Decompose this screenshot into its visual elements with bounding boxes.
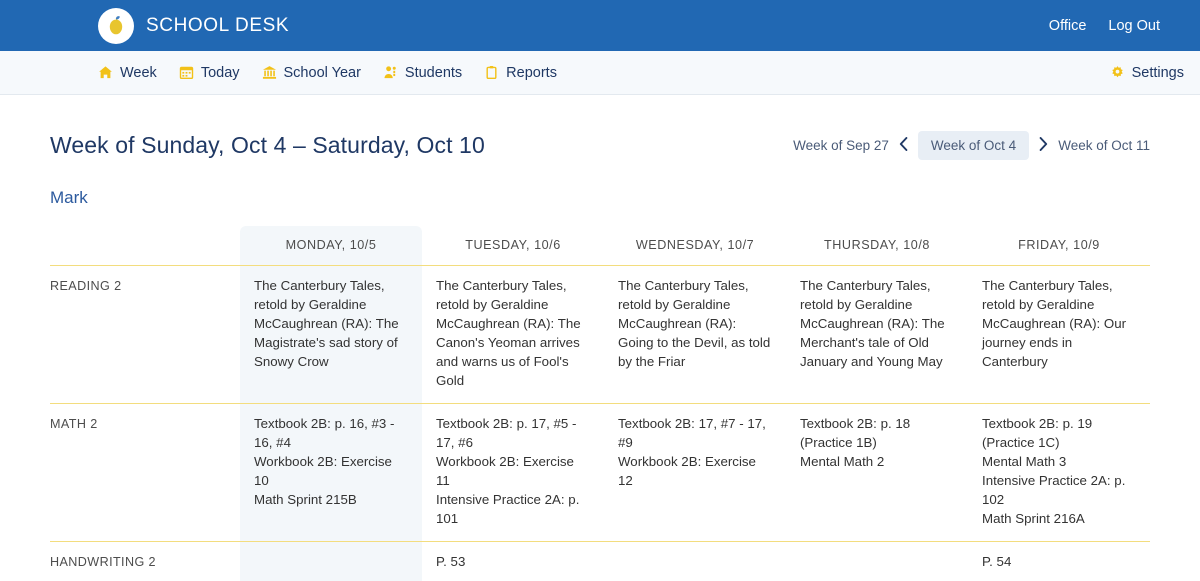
assignment-cell[interactable]: The Canterbury Tales, retold by Geraldin… — [968, 266, 1150, 404]
weekly-schedule-table: MONDAY, 10/5 TUESDAY, 10/6 WEDNESDAY, 10… — [50, 226, 1150, 581]
subject-column-header — [50, 226, 240, 266]
assignment-cell[interactable]: Textbook 2B: 17, #7 - 17, #9Workbook 2B:… — [604, 404, 786, 542]
nav-item-today-label: Today — [201, 65, 240, 81]
assignment-line: Mental Math 3 — [982, 452, 1136, 471]
gear-icon — [1110, 65, 1125, 80]
page-content: Week of Sunday, Oct 4 – Saturday, Oct 10… — [0, 95, 1200, 581]
app-header: SCHOOL DESK Office Log Out — [0, 0, 1200, 51]
assignment-line: The Canterbury Tales, retold by Geraldin… — [800, 276, 954, 371]
schedule-table-body: READING 2The Canterbury Tales, retold by… — [50, 266, 1150, 581]
title-row: Week of Sunday, Oct 4 – Saturday, Oct 10… — [50, 95, 1150, 160]
assignment-cell[interactable] — [240, 542, 422, 581]
nav-item-settings-label: Settings — [1132, 65, 1184, 81]
assignment-line: Workbook 2B: Exercise 12 — [618, 452, 772, 490]
nav-item-school-year-label: School Year — [284, 65, 361, 81]
subject-label: HANDWRITING 2 — [50, 542, 240, 581]
assignment-line: Textbook 2B: 17, #7 - 17, #9 — [618, 414, 772, 452]
header-links: Office Log Out — [1049, 18, 1176, 34]
assignment-cell[interactable]: P. 53 — [422, 542, 604, 581]
nav-item-week[interactable]: Week — [98, 65, 157, 81]
assignment-line: The Canterbury Tales, retold by Geraldin… — [618, 276, 772, 371]
nav-item-reports[interactable]: Reports — [484, 65, 557, 81]
nav-item-week-label: Week — [120, 65, 157, 81]
apple-logo-icon — [98, 8, 134, 44]
nav-item-students[interactable]: Students — [383, 65, 462, 81]
week-navigation: Week of Sep 27 Week of Oct 4 Week of Oct… — [793, 131, 1150, 160]
home-icon — [98, 65, 113, 80]
assignment-line: Workbook 2B: Exercise 11 — [436, 452, 590, 490]
day-header-tuesday: TUESDAY, 10/6 — [422, 226, 604, 266]
table-row: MATH 2Textbook 2B: p. 16, #3 - 16, #4Wor… — [50, 404, 1150, 542]
table-row: READING 2The Canterbury Tales, retold by… — [50, 266, 1150, 404]
assignment-line: The Canterbury Tales, retold by Geraldin… — [982, 276, 1136, 371]
nav-item-reports-label: Reports — [506, 65, 557, 81]
nav-items: Week Today — [98, 65, 557, 81]
assignment-cell[interactable]: Textbook 2B: p. 18 (Practice 1B)Mental M… — [786, 404, 968, 542]
chevron-left-icon[interactable] — [899, 137, 908, 154]
assignment-cell[interactable] — [604, 542, 786, 581]
nav-item-students-label: Students — [405, 65, 462, 81]
people-icon — [383, 65, 398, 80]
subject-label: MATH 2 — [50, 404, 240, 542]
assignment-line: Textbook 2B: p. 19 (Practice 1C) — [982, 414, 1136, 452]
assignment-line: Intensive Practice 2A: p. 102 — [982, 471, 1136, 509]
nav-item-today[interactable]: Today — [179, 65, 240, 81]
schedule-header-row: MONDAY, 10/5 TUESDAY, 10/6 WEDNESDAY, 10… — [50, 226, 1150, 266]
office-link[interactable]: Office — [1049, 18, 1087, 34]
assignment-cell[interactable]: Textbook 2B: p. 17, #5 - 17, #6Workbook … — [422, 404, 604, 542]
assignment-cell[interactable]: The Canterbury Tales, retold by Geraldin… — [240, 266, 422, 404]
assignment-line: The Canterbury Tales, retold by Geraldin… — [436, 276, 590, 390]
assignment-line: P. 53 — [436, 552, 590, 571]
assignment-cell[interactable]: The Canterbury Tales, retold by Geraldin… — [786, 266, 968, 404]
subject-label: READING 2 — [50, 266, 240, 404]
assignment-line: Math Sprint 216A — [982, 509, 1136, 528]
assignment-cell[interactable]: Textbook 2B: p. 16, #3 - 16, #4Workbook … — [240, 404, 422, 542]
assignment-line: Mental Math 2 — [800, 452, 954, 471]
current-week-pill[interactable]: Week of Oct 4 — [918, 131, 1029, 160]
assignment-line: Intensive Practice 2A: p. 101 — [436, 490, 590, 528]
table-row: HANDWRITING 2 P. 53 P. 54 — [50, 542, 1150, 581]
brand-title: SCHOOL DESK — [146, 15, 289, 37]
day-header-thursday: THURSDAY, 10/8 — [786, 226, 968, 266]
day-header-monday: MONDAY, 10/5 — [240, 226, 422, 266]
assignment-cell[interactable]: Textbook 2B: p. 19 (Practice 1C)Mental M… — [968, 404, 1150, 542]
assignment-cell[interactable]: The Canterbury Tales, retold by Geraldin… — [604, 266, 786, 404]
main-nav: Week Today — [0, 51, 1200, 95]
assignment-line: Math Sprint 215B — [254, 490, 408, 509]
schedule-table-head: MONDAY, 10/5 TUESDAY, 10/6 WEDNESDAY, 10… — [50, 226, 1150, 266]
day-header-wednesday: WEDNESDAY, 10/7 — [604, 226, 786, 266]
nav-item-school-year[interactable]: School Year — [262, 65, 361, 81]
next-week-link[interactable]: Week of Oct 11 — [1058, 138, 1150, 153]
assignment-cell[interactable]: The Canterbury Tales, retold by Geraldin… — [422, 266, 604, 404]
assignment-line: Workbook 2B: Exercise 10 — [254, 452, 408, 490]
logout-link[interactable]: Log Out — [1108, 18, 1160, 34]
prev-week-link[interactable]: Week of Sep 27 — [793, 138, 889, 153]
assignment-line: P. 54 — [982, 552, 1136, 571]
calendar-icon — [179, 65, 194, 80]
nav-item-settings[interactable]: Settings — [1110, 65, 1184, 81]
clipboard-icon — [484, 65, 499, 80]
assignment-cell[interactable] — [786, 542, 968, 581]
assignment-line: The Canterbury Tales, retold by Geraldin… — [254, 276, 408, 371]
assignment-line: Textbook 2B: p. 18 (Practice 1B) — [800, 414, 954, 452]
assignment-cell[interactable]: P. 54 — [968, 542, 1150, 581]
nav-right: Settings — [1110, 65, 1184, 81]
student-name[interactable]: Mark — [50, 188, 1150, 208]
page-title: Week of Sunday, Oct 4 – Saturday, Oct 10 — [50, 132, 485, 159]
day-header-friday: FRIDAY, 10/9 — [968, 226, 1150, 266]
assignment-line: Textbook 2B: p. 16, #3 - 16, #4 — [254, 414, 408, 452]
brand[interactable]: SCHOOL DESK — [98, 8, 289, 44]
bank-icon — [262, 65, 277, 80]
chevron-right-icon[interactable] — [1039, 137, 1048, 154]
assignment-line: Textbook 2B: p. 17, #5 - 17, #6 — [436, 414, 590, 452]
